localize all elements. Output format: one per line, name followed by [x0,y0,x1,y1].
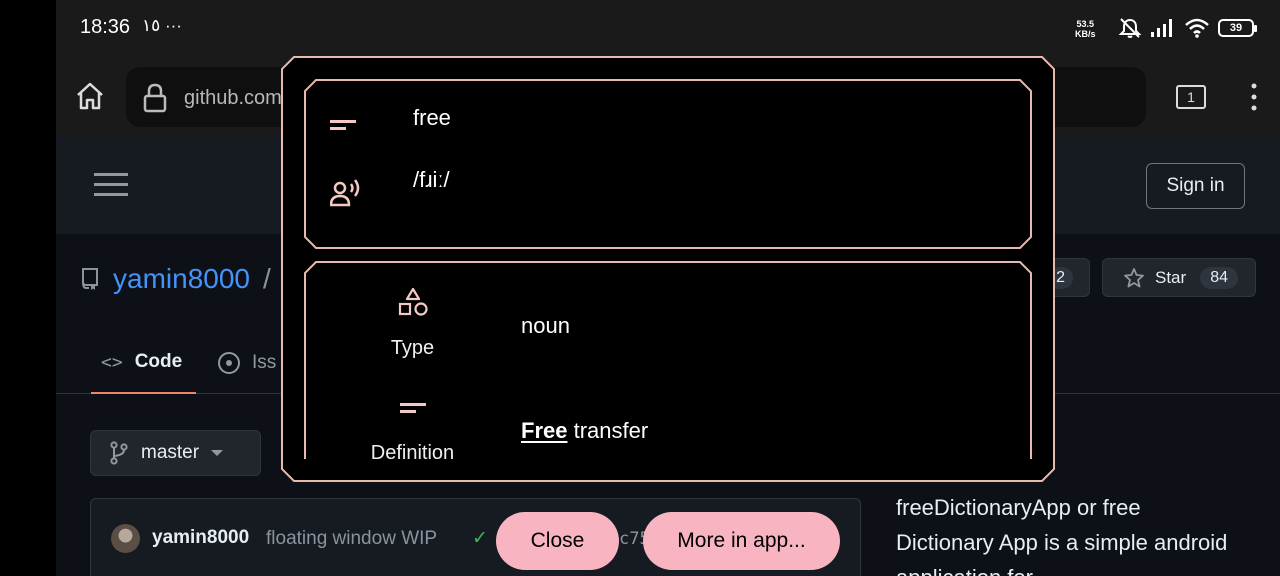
tab-code-label: Code [134,351,183,372]
phonetic-text: /fɹiː/ [413,167,450,192]
tab-issues[interactable]: Iss [218,332,276,394]
star-label: Star [1155,267,1187,287]
shapes-icon [398,287,428,316]
definition-rest: transfer [567,418,649,443]
repo-owner-link[interactable]: yamin8000 [113,263,250,295]
network-speed-unit: KB/s [1075,29,1096,39]
definition-value: Free transfer [521,418,648,444]
more-in-app-button[interactable]: More in app... [643,512,840,570]
definition-lines-icon [400,403,426,413]
word-row: free [330,105,451,133]
star-icon [1124,267,1144,287]
speaker-voice-icon[interactable] [330,179,362,207]
tab-switcher-button[interactable]: 1 [1176,85,1206,109]
status-icons: 39 [1118,17,1257,39]
clock: 18:36 [80,16,131,38]
star-button[interactable]: Star 84 [1102,258,1256,297]
battery-indicator: 39 [1218,19,1257,37]
lock-icon [143,83,167,113]
definition-label: Definition [370,442,455,459]
network-speed-value: 53.5 [1076,19,1095,29]
tab-issues-label: Iss [252,352,277,373]
type-label: Type [390,337,435,359]
issue-icon [218,352,240,374]
home-icon[interactable] [74,80,106,112]
definition-card: Type noun Definition Free transfer [304,261,1032,459]
repo-path-separator: / [263,263,271,294]
code-icon: <> [101,351,123,373]
hamburger-menu-icon[interactable] [94,172,128,198]
definition-highlighted-word[interactable]: Free [521,418,567,443]
commit-message[interactable]: floating window WIP [266,528,437,550]
commit-author[interactable]: yamin8000 [152,527,249,549]
repo-icon [82,268,98,290]
branch-icon [110,441,128,465]
left-black-strip [0,0,56,576]
word-text: free [413,105,451,130]
sign-in-button[interactable]: Sign in [1146,163,1245,209]
close-button[interactable]: Close [496,512,619,570]
check-icon: ✓ [472,528,488,549]
notification-indicators: ١٥ ··· [142,16,182,35]
branch-selector[interactable]: master [90,430,261,476]
status-bar: 18:36 ١٥ ··· 53.5 KB/s 39 [56,0,1280,56]
branch-name: master [141,442,200,463]
tab-code[interactable]: <> Code [91,332,196,394]
mute-icon [1118,18,1142,38]
avatar[interactable] [111,524,140,553]
network-speed: 53.5 KB/s [1075,19,1096,39]
word-card: free /fɹiː/ [304,79,1032,249]
type-value: noun [521,313,570,338]
url-text: github.com [184,87,282,109]
phonetic-row: /fɹiː/ [330,167,450,207]
signal-icon [1151,19,1172,37]
chevron-down-icon [211,450,224,456]
text-lines-icon [330,120,356,130]
more-options-icon[interactable] [1249,82,1259,112]
repo-about: freeDictionaryApp or free Dictionary App… [896,495,1228,576]
star-count: 84 [1200,266,1238,289]
wifi-icon [1185,18,1209,38]
